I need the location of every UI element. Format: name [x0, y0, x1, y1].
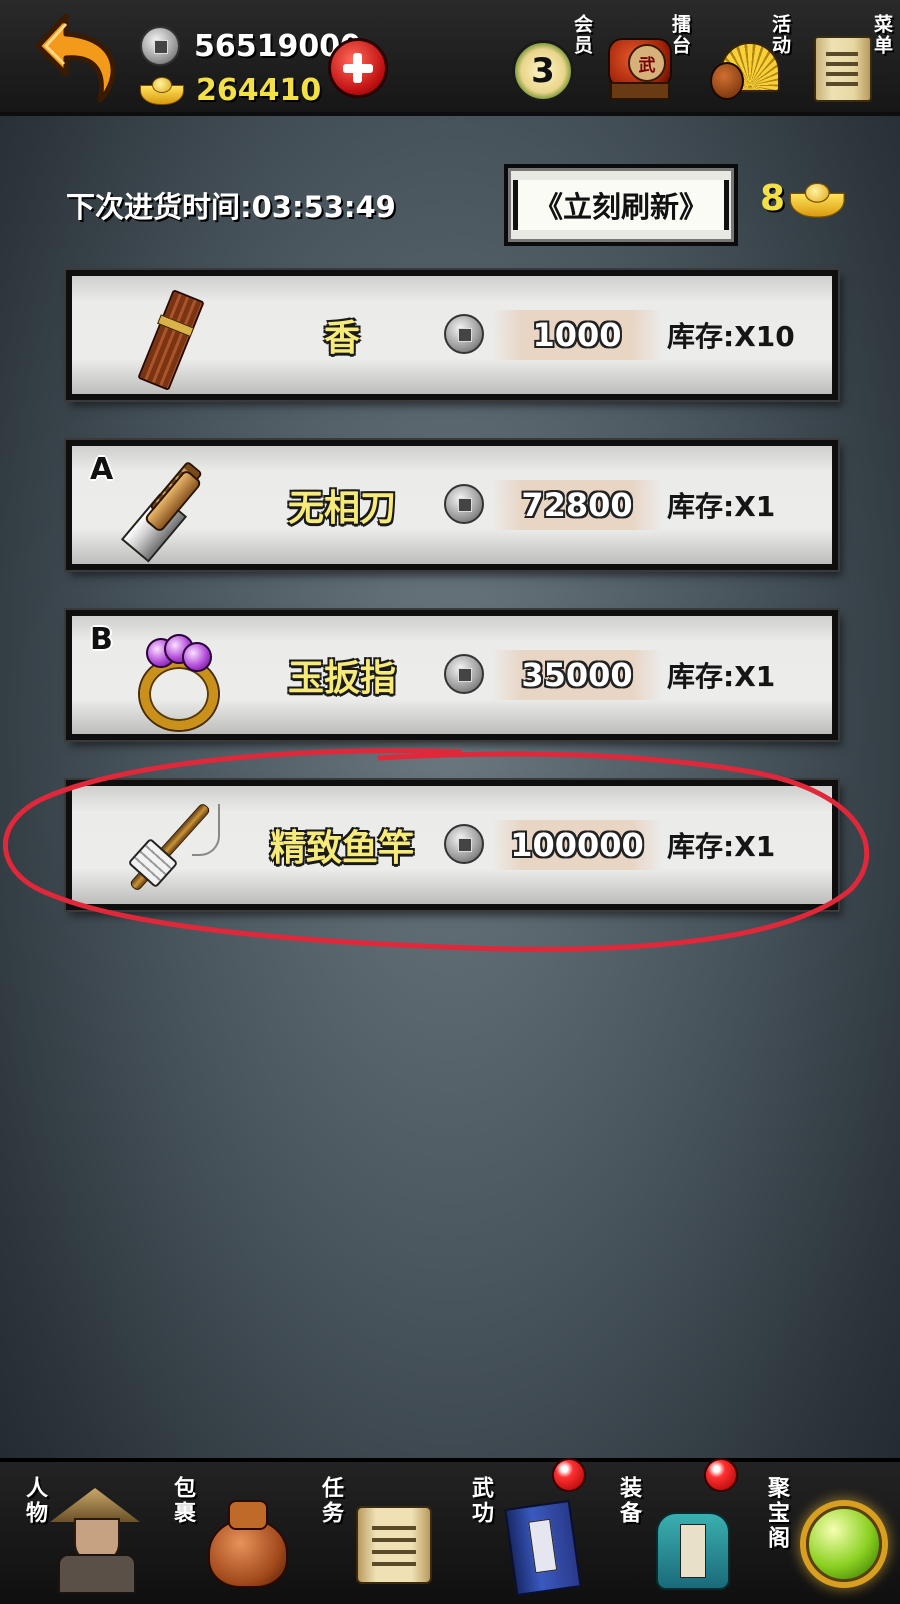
fan-gourd-icon: [710, 42, 780, 100]
nav-martial-arts[interactable]: 武功: [452, 1458, 602, 1598]
events-label: 活动: [769, 14, 791, 56]
shop-item-row[interactable]: B 玉扳指 35000 库存:X1: [66, 610, 838, 740]
silver-coin-icon: [444, 314, 484, 354]
item-price: 100000: [492, 820, 662, 870]
vip-label: 会员: [571, 14, 593, 56]
quest-scroll-icon: [346, 1488, 436, 1588]
martial-book-icon: [496, 1488, 586, 1597]
arena-label: 擂台: [669, 14, 691, 56]
vip-button[interactable]: 3 会员: [506, 14, 596, 106]
item-stock: 库存:X1: [667, 490, 776, 523]
gold-currency: 264410: [140, 68, 321, 112]
item-name: 精致鱼竿: [269, 828, 414, 869]
back-arrow-icon[interactable]: [30, 8, 130, 108]
silver-coin-icon: [444, 654, 484, 694]
events-button[interactable]: 活动: [704, 14, 794, 106]
item-name: 无相刀: [287, 488, 396, 529]
item-price: 35000: [492, 650, 662, 700]
shop-item-row[interactable]: 精致鱼竿 100000 库存:X1: [66, 780, 838, 910]
nav-label: 武功: [468, 1476, 493, 1526]
scroll-menu-icon: [814, 36, 872, 102]
gold-ingot-icon: [140, 77, 184, 105]
item-grade: A: [90, 452, 114, 487]
add-currency-button[interactable]: [328, 38, 388, 98]
silver-coin-icon: [444, 484, 484, 524]
nav-label: 聚宝阁: [764, 1476, 789, 1551]
silver-coin-icon: [140, 26, 180, 66]
bottom-nav: 人物 包裹 任务 武功 装备 聚宝阁: [0, 1458, 900, 1604]
shop-item-row[interactable]: 香 1000 库存:X10: [66, 270, 838, 400]
arena-button[interactable]: 武 擂台: [604, 14, 694, 106]
refresh-cost: 8: [760, 178, 845, 219]
alert-dot-icon: [552, 1458, 586, 1492]
gold-amount: 264410: [196, 72, 322, 108]
nav-label: 任务: [318, 1476, 343, 1526]
bag-icon: [198, 1488, 288, 1588]
drum-glyph: 武: [628, 44, 666, 82]
item-name: 香: [323, 318, 360, 359]
fishing-rod-icon: [120, 794, 220, 894]
refresh-now-button[interactable]: 《立刻刷新》: [504, 164, 738, 246]
menu-label: 菜单: [871, 14, 893, 56]
item-name: 玉扳指: [287, 658, 396, 699]
ring-icon: [120, 624, 220, 730]
item-stock: 库存:X1: [667, 660, 776, 693]
refresh-cost-value: 8: [760, 178, 786, 219]
item-price: 1000: [492, 310, 662, 360]
top-bar: 56519000 264410 3 会员 武 擂台 活动 菜单: [0, 0, 900, 116]
sword-icon: [120, 454, 220, 563]
silver-coin-icon: [444, 824, 484, 864]
war-drum-icon: 武: [608, 38, 672, 100]
alert-dot-icon: [704, 1458, 738, 1492]
incense-icon: [120, 284, 220, 391]
vip-level: 3: [531, 51, 555, 91]
equipment-icon: [644, 1488, 734, 1590]
item-stock: 库存:X10: [667, 320, 795, 353]
refresh-label: 《立刻刷新》: [512, 180, 729, 230]
character-icon: [50, 1488, 140, 1594]
menu-button[interactable]: 菜单: [806, 14, 896, 106]
treasure-orb-icon: [792, 1488, 882, 1588]
nav-quest[interactable]: 任务: [302, 1468, 452, 1598]
nav-label: 包裹: [170, 1476, 195, 1526]
vip-badge-icon: 3: [512, 40, 574, 102]
restock-timer: 下次进货时间:03:53:49: [66, 190, 396, 224]
nav-equipment[interactable]: 装备: [600, 1458, 750, 1598]
nav-character[interactable]: 人物: [6, 1468, 156, 1598]
item-grade: B: [90, 622, 113, 657]
nav-bag[interactable]: 包裹: [154, 1468, 304, 1598]
nav-label: 装备: [616, 1476, 641, 1526]
shop-item-row[interactable]: A 无相刀 72800 库存:X1: [66, 440, 838, 570]
nav-treasure-pavilion[interactable]: 聚宝阁: [748, 1468, 898, 1598]
item-stock: 库存:X1: [667, 830, 776, 863]
item-price: 72800: [492, 480, 662, 530]
gold-ingot-icon: [789, 182, 845, 218]
nav-label: 人物: [22, 1476, 47, 1526]
